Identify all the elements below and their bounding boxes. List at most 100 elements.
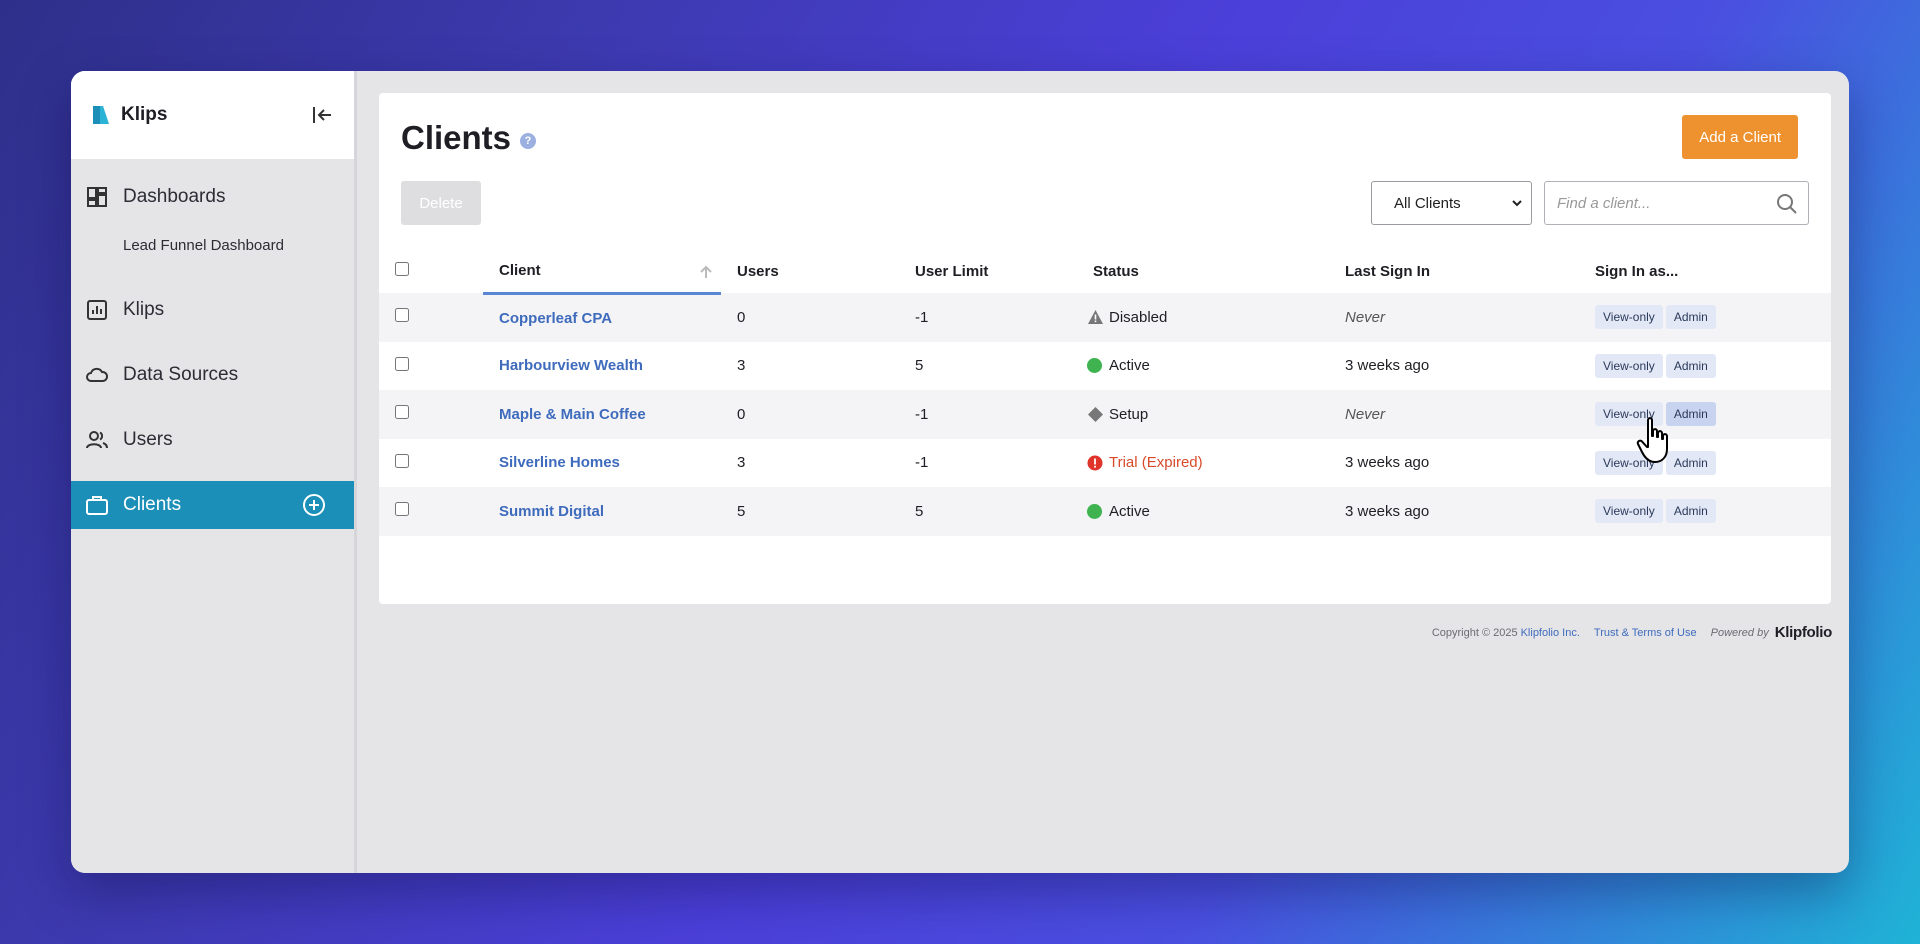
sidebar-item-label: Clients <box>123 494 182 515</box>
client-filter-select[interactable]: All Clients <box>1371 181 1532 225</box>
sidebar: Klips Dashboards Lead Funnel Dashboard K… <box>71 71 357 873</box>
client-link[interactable]: Summit Digital <box>499 503 604 520</box>
status-text: Active <box>1109 357 1150 375</box>
user-limit: -1 <box>899 293 1077 342</box>
sidebar-item-dashboards[interactable]: Dashboards <box>71 173 354 221</box>
column-header-users[interactable]: Users <box>721 249 899 293</box>
column-header-user-limit[interactable]: User Limit <box>899 249 1077 293</box>
client-link[interactable]: Silverline Homes <box>499 454 620 471</box>
klips-logo-icon <box>93 106 109 124</box>
row-checkbox[interactable] <box>395 502 409 517</box>
last-sign-in: 3 weeks ago <box>1345 454 1430 472</box>
column-header-client[interactable]: Client <box>483 249 721 295</box>
client-link[interactable]: Harbourview Wealth <box>499 357 643 374</box>
search-input[interactable] <box>1545 194 1765 212</box>
status-text: Active <box>1109 502 1150 520</box>
sidebar-item-clients[interactable]: Clients <box>71 481 354 529</box>
column-header-label: Client <box>499 261 541 279</box>
error-icon <box>1087 455 1103 471</box>
column-header-last-sign-in[interactable]: Last Sign In <box>1329 249 1579 293</box>
table-row: Summit Digital 5 5 Active 3 weeks ago Vi… <box>379 487 1831 536</box>
add-client-button[interactable]: Add a Client <box>1682 115 1798 159</box>
user-limit: -1 <box>915 454 929 472</box>
cloud-icon <box>85 363 109 387</box>
admin-button[interactable]: Admin <box>1665 499 1716 524</box>
last-sign-in: Never <box>1329 293 1579 342</box>
last-sign-in: 3 weeks ago <box>1345 357 1430 375</box>
last-sign-in: 3 weeks ago <box>1329 487 1579 536</box>
add-client-plus-icon[interactable] <box>302 493 326 517</box>
copyright-text: Copyright © 2025 <box>1431 626 1518 639</box>
sidebar-item-users[interactable]: Users <box>71 416 354 464</box>
users-count: 3 <box>737 454 746 472</box>
row-checkbox[interactable] <box>395 453 409 468</box>
brand-header: Klips <box>71 71 354 159</box>
delete-button[interactable]: Delete <box>401 181 481 225</box>
admin-button[interactable]: Admin <box>1665 353 1716 378</box>
view-only-button[interactable]: View-only <box>1595 450 1663 475</box>
sidebar-item-data-sources[interactable]: Data Sources <box>71 351 354 399</box>
view-only-button[interactable]: View-only <box>1595 499 1663 524</box>
row-checkbox[interactable] <box>395 308 409 323</box>
klipfolio-logo[interactable]: Klipfolio <box>1775 624 1833 641</box>
sidebar-subitem-lead-funnel-dashboard[interactable]: Lead Funnel Dashboard <box>71 230 354 260</box>
status-text: Disabled <box>1109 308 1168 326</box>
user-limit: 5 <box>899 487 1077 536</box>
table-row: Copperleaf CPA 0 -1 Disabled Never View-… <box>379 293 1831 342</box>
search-icon[interactable] <box>1776 193 1798 215</box>
users-count: 3 <box>737 357 746 375</box>
admin-button[interactable]: Admin <box>1665 305 1716 330</box>
client-filter-value: All Clients <box>1394 194 1461 212</box>
view-only-button[interactable]: View-only <box>1595 305 1663 330</box>
view-only-button[interactable]: View-only <box>1595 402 1663 427</box>
page-title: Clients ? <box>401 119 537 157</box>
row-checkbox[interactable] <box>395 405 409 420</box>
users-count: 0 <box>721 293 899 342</box>
select-all-checkbox[interactable] <box>395 262 409 276</box>
table-row: Maple & Main Coffee 0 -1 Setup Never Vie… <box>379 390 1831 439</box>
app-window: Klips Dashboards Lead Funnel Dashboard K… <box>71 71 1849 873</box>
dashboard-icon <box>85 185 109 209</box>
briefcase-icon <box>85 493 109 517</box>
app-name: Klips <box>121 104 168 125</box>
admin-button[interactable]: Admin <box>1665 450 1716 475</box>
status-trial-expired: Trial (Expired) <box>1087 454 1329 471</box>
status-active: Active <box>1087 357 1329 374</box>
collapse-sidebar-icon[interactable] <box>310 103 334 127</box>
status-text: Setup <box>1109 405 1149 423</box>
admin-button[interactable]: Admin <box>1665 402 1716 427</box>
powered-by-text: Powered by <box>1710 626 1769 639</box>
company-link[interactable]: Klipfolio Inc. <box>1521 627 1580 639</box>
client-link[interactable]: Maple & Main Coffee <box>499 406 646 423</box>
client-link[interactable]: Copperleaf CPA <box>499 310 612 327</box>
user-limit: 5 <box>915 357 924 375</box>
users-count: 0 <box>721 390 899 439</box>
sidebar-item-label: Data Sources <box>123 364 239 385</box>
clients-panel: Clients ? Add a Client Delete All Client… <box>379 93 1831 604</box>
table-row: Silverline Homes 3 -1 Trial (Expired) 3 … <box>379 439 1831 488</box>
status-active: Active <box>1087 503 1329 520</box>
terms-link[interactable]: Trust & Terms of Use <box>1594 627 1697 639</box>
sort-ascending-icon <box>700 265 712 278</box>
sidebar-item-label: Dashboards <box>123 186 226 207</box>
status-setup: Setup <box>1087 406 1329 423</box>
user-limit: -1 <box>899 390 1077 439</box>
users-count: 5 <box>721 487 899 536</box>
sidebar-item-klips[interactable]: Klips <box>71 286 354 334</box>
sidebar-item-label: Users <box>123 429 173 450</box>
table-row: Harbourview Wealth 3 5 Active 3 weeks ag… <box>379 342 1831 391</box>
main-content: Clients ? Add a Client Delete All Client… <box>357 71 1849 873</box>
client-search <box>1544 181 1809 225</box>
status-disabled: Disabled <box>1087 309 1329 326</box>
chevron-down-icon <box>1512 200 1522 207</box>
column-header-status[interactable]: Status <box>1077 249 1329 293</box>
row-checkbox[interactable] <box>395 356 409 371</box>
sidebar-item-label: Klips <box>123 299 165 320</box>
green-dot-icon <box>1087 503 1102 519</box>
page-title-text: Clients <box>401 119 512 156</box>
page-footer: Copyright © 2025 Klipfolio Inc. Trust & … <box>1432 624 1832 641</box>
table-header-row: Client Users User Limit Status Last Sign… <box>379 249 1831 295</box>
view-only-button[interactable]: View-only <box>1595 353 1663 378</box>
warning-icon <box>1088 310 1103 325</box>
help-icon[interactable]: ? <box>520 133 537 149</box>
